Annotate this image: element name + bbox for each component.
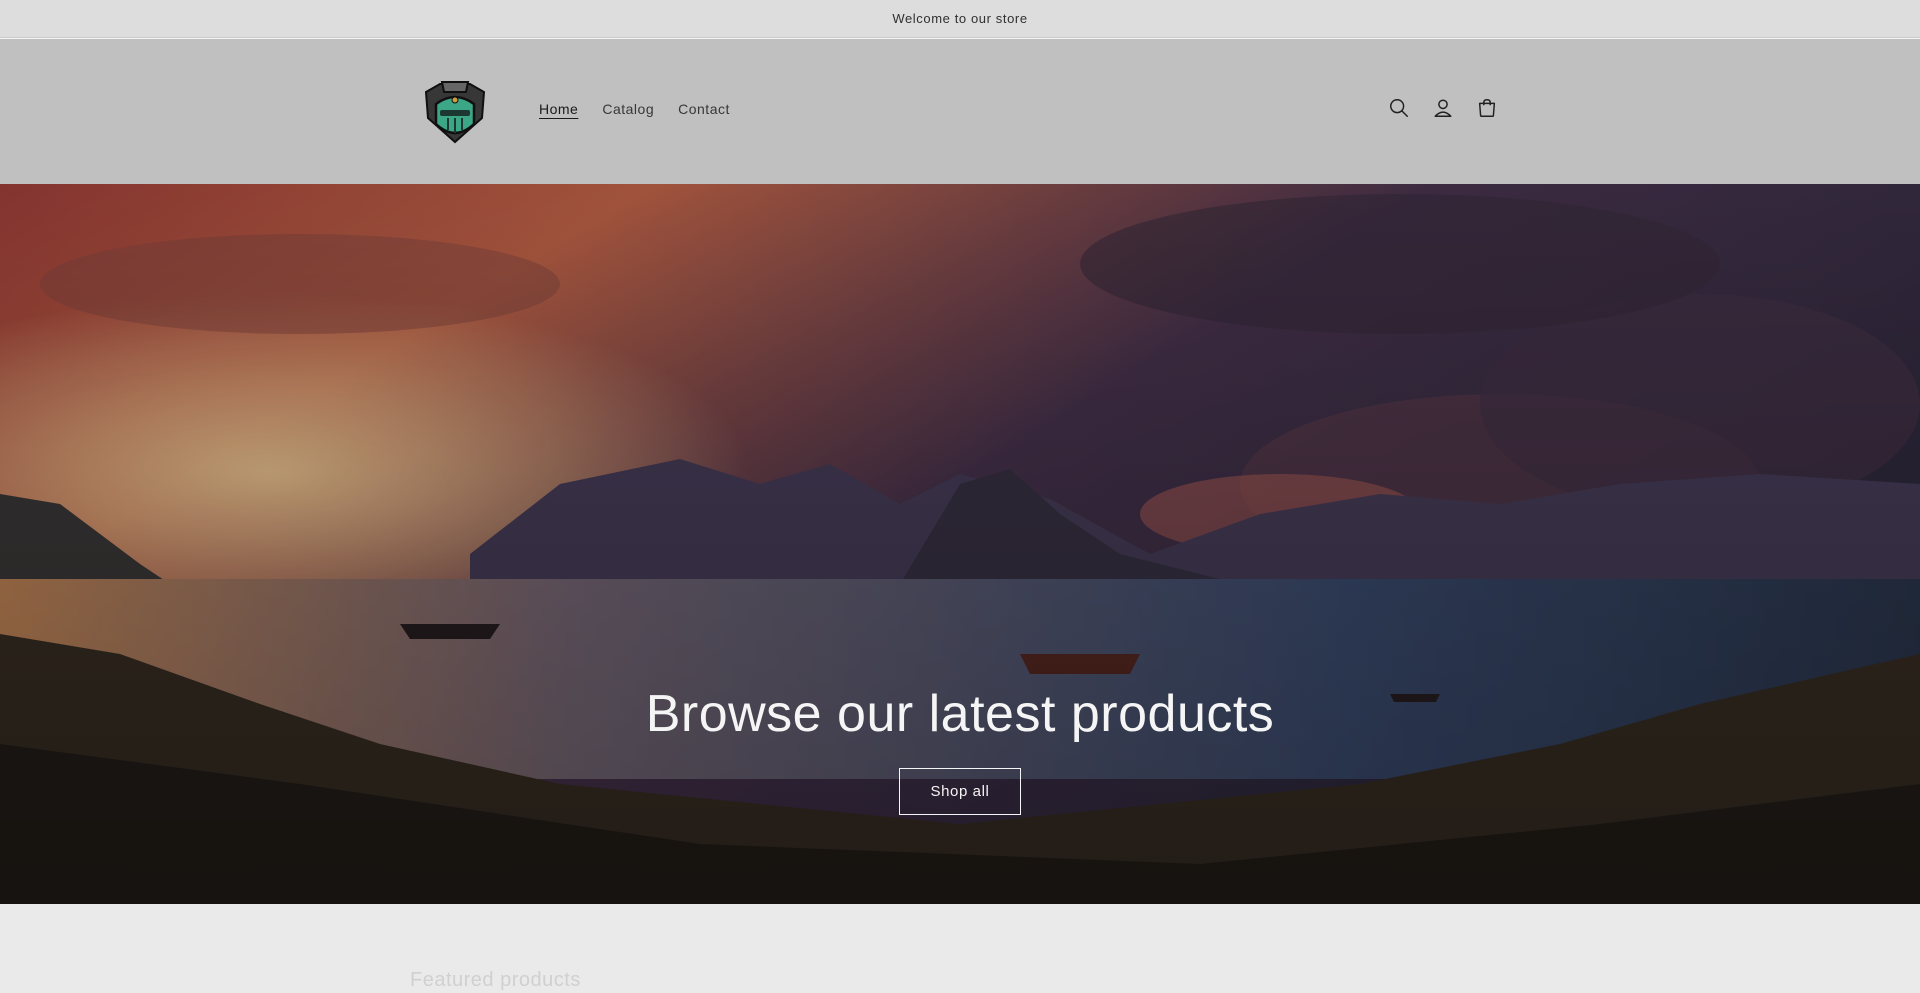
nav-contact[interactable]: Contact [678,101,730,117]
main-nav: Home Catalog Contact [539,101,730,117]
featured-section: Featured products [0,904,1920,993]
nav-catalog[interactable]: Catalog [602,101,654,117]
cart-icon[interactable] [1476,97,1498,119]
site-header: Home Catalog Contact [0,39,1920,184]
announcement-bar: Welcome to our store [0,0,1920,38]
knight-helmet-logo-icon [424,81,486,144]
header-icons [1388,97,1498,119]
account-icon[interactable] [1432,97,1454,119]
hero-banner: Browse our latest products Shop all [0,184,1920,904]
shop-all-button[interactable]: Shop all [899,768,1021,815]
featured-heading: Featured products [410,969,581,991]
search-icon[interactable] [1388,97,1410,119]
store-logo[interactable] [420,78,490,146]
nav-home[interactable]: Home [539,101,578,117]
hero-content: Browse our latest products Shop all [0,684,1920,815]
announcement-text: Welcome to our store [892,11,1028,26]
hero-title: Browse our latest products [645,685,1275,743]
